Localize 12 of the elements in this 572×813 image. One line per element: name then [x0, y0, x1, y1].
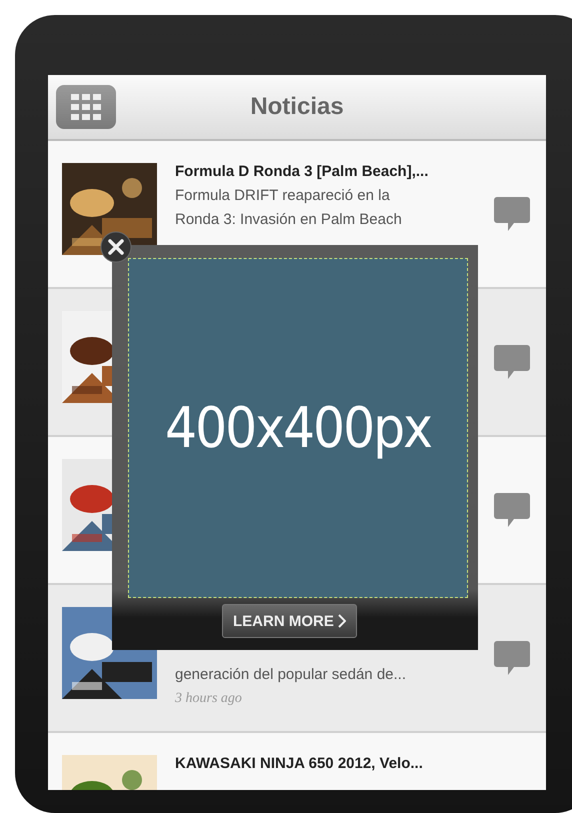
article-time: 3 hours ago — [175, 691, 243, 707]
article-summary: generación del popular sedán de... — [175, 665, 408, 685]
close-icon[interactable] — [100, 231, 132, 263]
article-summary: Formula DRIFT reapareció en la Ronda 3: Invasión en Palm Beach — [175, 186, 403, 230]
learn-more-button[interactable]: LEARN MORE — [222, 604, 357, 638]
chevron-icon — [338, 614, 346, 628]
ad-size-label: 400x400px — [165, 396, 431, 460]
grid-icon — [71, 94, 101, 120]
article-title: Formula D Ronda 3 [Palm Beach],... — [175, 163, 430, 180]
page-title: Noticias — [249, 93, 345, 121]
menu-button[interactable] — [56, 85, 116, 129]
article-title: KAWASAKI NINJA 650 2012, Velo... — [175, 755, 424, 772]
